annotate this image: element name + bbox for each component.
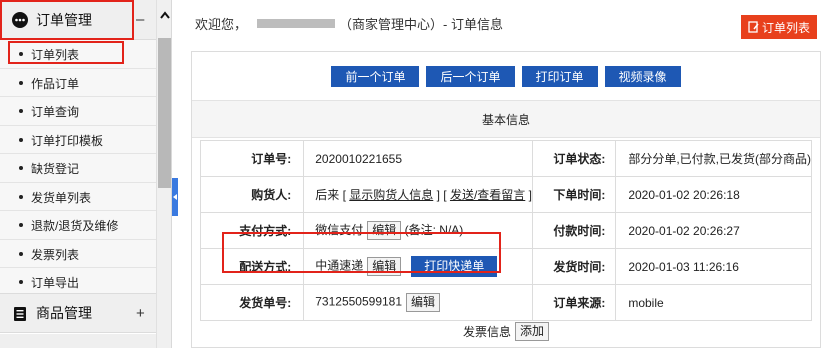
order-time-value: 2020-01-02 20:26:18 — [615, 176, 812, 213]
bullet-icon — [19, 109, 23, 113]
bullet-icon — [19, 280, 23, 284]
bullet-icon — [19, 80, 23, 85]
status-label: 订单状态: — [531, 140, 617, 177]
sidebar-item-order-query[interactable]: 订单查询 — [0, 97, 156, 126]
buyer-separator: ] [ — [433, 188, 450, 202]
invoice-info-label: 发票信息 — [462, 324, 511, 339]
welcome-prefix: 欢迎您， — [195, 17, 248, 32]
add-invoice-button[interactable]: 添加 — [515, 321, 550, 341]
collapse-icon[interactable]: – — [136, 11, 144, 28]
edit-shipping-button[interactable]: 编辑 — [367, 257, 402, 276]
order-info-table: 订单号: 2020010221655 订单状态: 部分分单,已付款,已发货(部分… — [199, 140, 812, 321]
sidebar-section-label: 商品管理 — [36, 305, 92, 321]
edit-invoice-no-button[interactable]: 编辑 — [406, 293, 441, 312]
main-content: 欢迎您， （商家管理中心）- 订单信息 订单列表 前一个订单 后一个订单 打印订… — [178, 0, 833, 348]
sidebar-item-order-list[interactable]: 订单列表 — [0, 40, 156, 69]
ship-time-label: 发货时间: — [531, 248, 617, 285]
order-panel: 前一个订单 后一个订单 打印订单 视频录像 基本信息 订单号: 20200102… — [191, 51, 821, 348]
pay-time-label: 付款时间: — [531, 212, 617, 249]
scroll-thumb[interactable] — [158, 38, 171, 188]
invoice-no: 7312550599181 — [315, 294, 403, 309]
welcome-text: 欢迎您， （商家管理中心）- 订单信息 — [195, 14, 503, 33]
sidebar-section-order-management[interactable]: 订单管理 – — [0, 0, 156, 40]
invoice-info-row: 发票信息 添加 — [192, 314, 820, 348]
chevron-up-icon — [160, 11, 170, 19]
bullet-icon — [19, 194, 23, 199]
payment-label: 支付方式: — [199, 212, 305, 249]
bullet-icon — [19, 223, 23, 227]
bullet-icon — [19, 166, 23, 170]
sidebar-item-print-template[interactable]: 订单打印模板 — [0, 125, 156, 154]
top-bar: 欢迎您， （商家管理中心）- 订单信息 订单列表 — [178, 0, 833, 46]
buyer-value: 后来 [ 显示购货人信息 ] [ 发送/查看留言 ] — [303, 176, 533, 213]
scroll-up-button[interactable] — [157, 0, 171, 36]
ship-time-value: 2020-01-03 11:26:16 — [615, 248, 812, 285]
sidebar-item-label: 订单打印模板 — [31, 133, 104, 148]
pay-time-value: 2020-01-02 20:26:27 — [615, 212, 812, 249]
table-row: 支付方式: 微信支付 编辑 (备注: N/A) 付款时间: 2020-01-02 … — [199, 212, 812, 249]
edit-document-icon — [748, 21, 759, 33]
buyer-label: 购货人: — [199, 176, 305, 213]
masked-username — [257, 19, 336, 28]
payment-method: 微信支付 — [315, 222, 364, 237]
status-value: 部分分单,已付款,已发货(部分商品) — [615, 140, 812, 177]
ellipsis-circle-icon — [12, 12, 28, 28]
prev-order-button[interactable]: 前一个订单 — [331, 66, 420, 87]
bullet-icon — [19, 52, 23, 56]
show-buyer-info-link[interactable]: 显示购货人信息 — [349, 188, 433, 202]
expand-icon[interactable]: + — [136, 305, 145, 322]
section-title: 基本信息 — [192, 100, 820, 138]
sidebar-section-label: 订单管理 — [36, 11, 92, 28]
sidebar-section-product-management[interactable]: 商品管理 + — [0, 293, 156, 333]
action-bar: 前一个订单 后一个订单 打印订单 视频录像 — [192, 52, 820, 98]
sidebar-item-stockout[interactable]: 缺货登记 — [0, 154, 156, 183]
sidebar-item-delivery-list[interactable]: 发货单列表 — [0, 182, 156, 211]
payment-value: 微信支付 编辑 (备注: N/A) — [303, 212, 533, 249]
sidebar-item-refunds[interactable]: 退款/退货及维修 — [0, 211, 156, 240]
sidebar-item-label: 作品订单 — [31, 76, 80, 91]
sidebar-item-invoice-list[interactable]: 发票列表 — [0, 239, 156, 268]
document-icon — [14, 307, 26, 321]
sidebar-item-label: 订单列表 — [31, 48, 80, 62]
order-no-label: 订单号: — [199, 140, 305, 177]
sidebar-item-label: 发票列表 — [31, 247, 80, 262]
sidebar-section-next[interactable] — [0, 334, 156, 348]
sidebar-items: 订单列表 作品订单 订单查询 订单打印模板 缺货登记 发货单列表 退款/退货及维… — [0, 40, 156, 297]
sidebar-item-label: 退款/退货及维修 — [31, 219, 119, 233]
bullet-icon — [19, 137, 23, 142]
payment-note: (备注: N/A) — [404, 222, 464, 237]
sidebar-item-label: 缺货登记 — [31, 162, 80, 176]
sidebar-scrollbar[interactable] — [156, 0, 171, 348]
table-row: 购货人: 后来 [ 显示购货人信息 ] [ 发送/查看留言 ] 下单时间: 20… — [199, 176, 812, 213]
shipping-method: 中通速递 — [315, 258, 364, 273]
sidebar-item-works-orders[interactable]: 作品订单 — [0, 68, 156, 97]
welcome-suffix: （商家管理中心）- 订单信息 — [339, 17, 503, 32]
table-row: 订单号: 2020010221655 订单状态: 部分分单,已付款,已发货(部分… — [199, 140, 812, 177]
table-row: 配送方式: 中通速递 编辑 打印快递单 发货时间: 2020-01-03 11:26… — [199, 248, 812, 285]
sidebar: 订单管理 – 订单列表 作品订单 订单查询 订单打印模板 缺货登记 发货单列表 … — [0, 0, 172, 348]
video-record-button[interactable]: 视频录像 — [604, 66, 681, 87]
shipping-label: 配送方式: — [199, 248, 305, 285]
buyer-name: 后来 [ — [315, 188, 350, 202]
order-time-label: 下单时间: — [531, 176, 617, 213]
order-no-value: 2020010221655 — [303, 140, 533, 177]
shipping-value: 中通速递 编辑 打印快递单 — [303, 248, 533, 285]
print-express-button[interactable]: 打印快递单 — [411, 256, 498, 277]
sidebar-item-label: 订单导出 — [31, 276, 80, 290]
sidebar-item-label: 订单查询 — [31, 105, 80, 119]
bullet-icon — [19, 251, 23, 256]
order-list-button-label: 订单列表 — [761, 20, 810, 35]
print-order-button[interactable]: 打印订单 — [521, 66, 598, 87]
sidebar-item-label: 发货单列表 — [31, 190, 92, 205]
buyer-bracket: ] — [525, 188, 532, 202]
message-link[interactable]: 发送/查看留言 — [450, 188, 525, 202]
order-list-button[interactable]: 订单列表 — [741, 15, 817, 39]
next-order-button[interactable]: 后一个订单 — [426, 66, 515, 87]
edit-payment-button[interactable]: 编辑 — [367, 221, 402, 241]
